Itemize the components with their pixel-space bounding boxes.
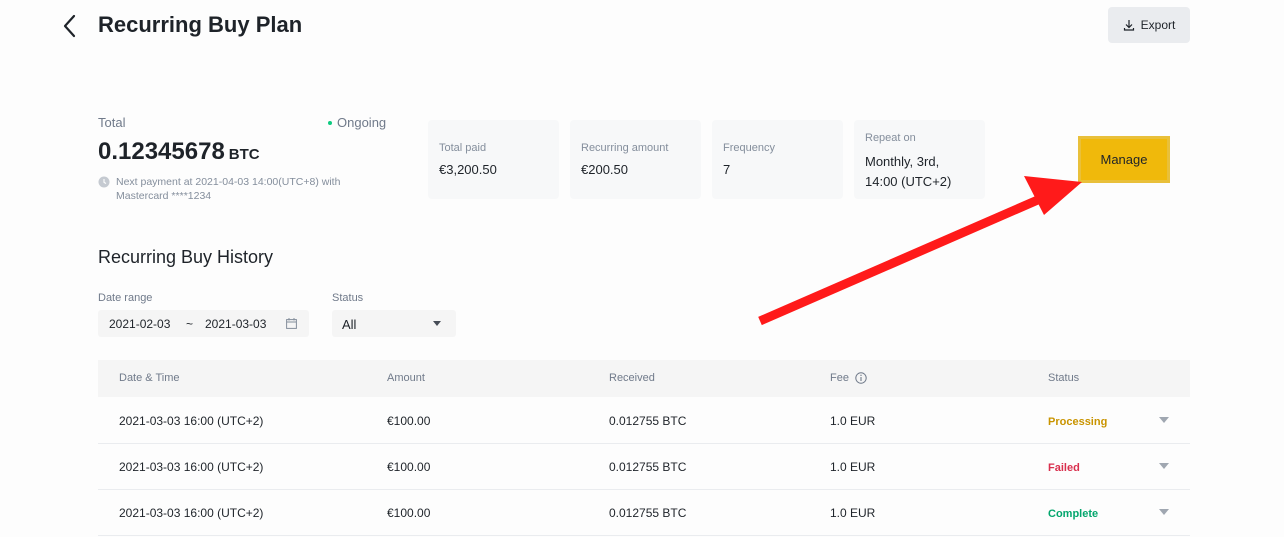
plan-status: Ongoing: [328, 115, 386, 130]
card-label: Total paid: [439, 142, 487, 154]
status-filter-label: Status: [332, 292, 364, 304]
page-title: Recurring Buy Plan: [98, 12, 303, 37]
status-badge: Failed: [1048, 462, 1080, 474]
total-amount-unit: BTC: [228, 146, 260, 163]
date-separator: ~: [186, 316, 194, 331]
export-button[interactable]: Export: [1108, 7, 1190, 43]
caret-down-icon[interactable]: [1159, 417, 1169, 425]
cell-received: 0.012755 BTC: [609, 414, 687, 428]
cell-datetime: 2021-03-03 16:00 (UTC+2): [119, 460, 264, 474]
cell-received: 0.012755 BTC: [609, 506, 687, 520]
column-header-amount: Amount: [387, 372, 425, 384]
table-row[interactable]: 2021-03-03 16:00 (UTC+2) €100.00 0.01275…: [98, 443, 1190, 490]
cell-received: 0.012755 BTC: [609, 460, 687, 474]
date-to[interactable]: 2021-03-03: [205, 317, 266, 331]
card-repeat-on: Repeat on Monthly, 3rd, 14:00 (UTC+2): [854, 120, 985, 199]
card-value: Monthly, 3rd, 14:00 (UTC+2): [865, 154, 952, 189]
status-badge: Complete: [1048, 508, 1099, 520]
status-filter-value: All: [342, 317, 357, 332]
info-icon[interactable]: [855, 372, 867, 384]
history-title: Recurring Buy History: [98, 247, 274, 267]
card-recurring-amount: Recurring amount €200.50: [570, 120, 701, 199]
export-label: Export: [1140, 18, 1176, 32]
manage-button[interactable]: Manage: [1078, 136, 1170, 183]
card-total-paid: Total paid €3,200.50: [428, 120, 559, 199]
total-label: Total: [98, 115, 126, 130]
caret-down-icon[interactable]: [1159, 509, 1169, 517]
card-value: €3,200.50: [439, 162, 497, 177]
date-range-picker[interactable]: 2021-02-03 ~ 2021-03-03: [98, 310, 309, 337]
column-header-datetime: Date & Time: [119, 372, 180, 384]
caret-down-icon: [433, 321, 441, 326]
status-badge: Processing: [1048, 416, 1108, 428]
cell-fee: 1.0 EUR: [830, 506, 876, 520]
status-dot-icon: [328, 120, 332, 125]
cell-amount: €100.00: [387, 506, 431, 520]
cell-fee: 1.0 EUR: [830, 460, 876, 474]
download-icon: [1123, 20, 1134, 31]
card-value: €200.50: [581, 162, 628, 177]
date-range-label: Date range: [98, 292, 153, 304]
table-row[interactable]: 2021-03-03 16:00 (UTC+2) €100.00 0.01275…: [98, 489, 1190, 536]
card-label: Repeat on: [865, 132, 916, 144]
status-filter-select[interactable]: All: [332, 310, 456, 337]
clock-icon: [98, 176, 110, 188]
card-label: Recurring amount: [581, 142, 669, 154]
cell-amount: €100.00: [387, 414, 431, 428]
column-header-received: Received: [609, 372, 655, 384]
plan-status-label: Ongoing: [337, 115, 387, 130]
caret-down-icon[interactable]: [1159, 463, 1169, 471]
calendar-icon[interactable]: [286, 318, 297, 329]
total-amount: 0.12345678 BTC: [98, 138, 260, 166]
cell-datetime: 2021-03-03 16:00 (UTC+2): [119, 506, 264, 520]
date-from[interactable]: 2021-02-03: [109, 317, 170, 331]
column-header-status: Status: [1048, 372, 1080, 384]
cell-datetime: 2021-03-03 16:00 (UTC+2): [119, 414, 264, 428]
back-arrow-icon[interactable]: [58, 12, 82, 40]
card-value: 7: [723, 162, 731, 177]
card-label: Frequency: [723, 142, 775, 154]
card-frequency: Frequency 7: [712, 120, 843, 199]
table-header: Date & Time Amount Received Fee Status: [98, 360, 1190, 397]
next-payment-info: Next payment at 2021-04-03 14:00(UTC+8) …: [98, 175, 368, 203]
cell-fee: 1.0 EUR: [830, 414, 876, 428]
total-amount-value: 0.12345678: [98, 138, 225, 165]
cell-amount: €100.00: [387, 460, 431, 474]
column-header-fee: Fee: [830, 372, 849, 384]
table-row[interactable]: 2021-03-03 16:00 (UTC+2) €100.00 0.01275…: [98, 397, 1190, 444]
next-payment-text: Next payment at 2021-04-03 14:00(UTC+8) …: [116, 176, 341, 202]
